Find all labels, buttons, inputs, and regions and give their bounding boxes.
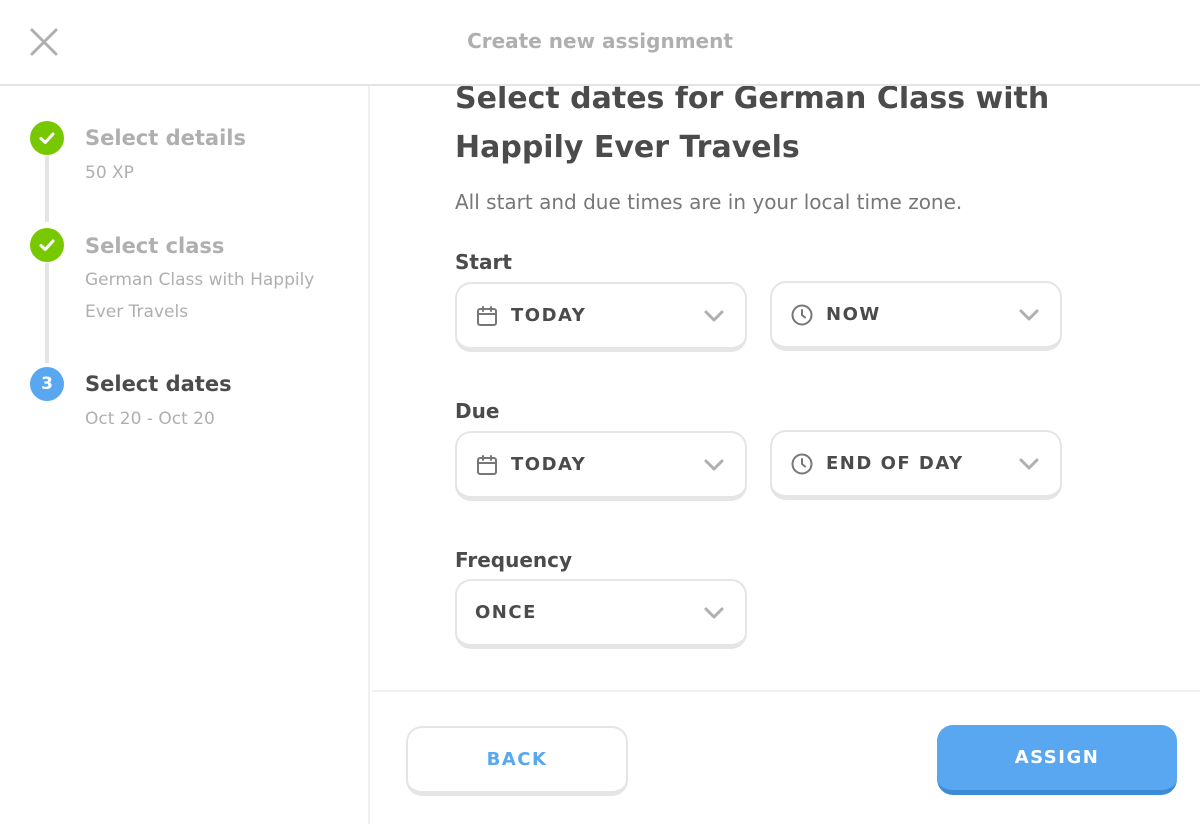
step-subtitle: 50 XP — [85, 163, 134, 183]
due-date-value: TODAY — [511, 454, 587, 475]
frequency-dropdown[interactable]: ONCE — [455, 579, 747, 649]
main-panel: Select dates for German Class with Happi… — [372, 86, 1200, 690]
back-button[interactable]: BACK — [406, 726, 628, 796]
chevron-down-icon — [701, 452, 727, 478]
check-icon — [39, 239, 55, 251]
clock-icon — [790, 303, 814, 327]
start-label: Start — [455, 250, 512, 274]
frequency-value: ONCE — [475, 602, 537, 623]
start-time-value: NOW — [826, 304, 881, 325]
step-connector — [45, 156, 49, 222]
frequency-label: Frequency — [455, 548, 573, 572]
assign-button[interactable]: ASSIGN — [937, 725, 1177, 795]
due-date-dropdown[interactable]: TODAY — [455, 431, 747, 501]
modal-footer: BACK ASSIGN — [372, 690, 1200, 824]
chevron-down-icon — [701, 600, 727, 626]
due-label: Due — [455, 399, 500, 423]
modal-title: Create new assignment — [467, 29, 733, 53]
due-time-value: END OF DAY — [826, 453, 964, 474]
start-time-dropdown[interactable]: NOW — [770, 281, 1062, 351]
step-title: Select dates — [85, 372, 232, 396]
step-number-badge: 3 — [30, 367, 64, 401]
calendar-icon — [475, 453, 499, 477]
step-connector — [45, 263, 49, 363]
check-icon — [39, 132, 55, 144]
stepper-sidebar: Select details 50 XP Select class German… — [0, 86, 370, 824]
start-date-value: TODAY — [511, 305, 587, 326]
step-title: Select details — [85, 126, 246, 150]
step-title: Select class — [85, 234, 225, 258]
chevron-down-icon — [701, 303, 727, 329]
step-subtitle: German Class with Happily Ever Travels — [85, 270, 315, 322]
step-complete-badge — [30, 121, 64, 155]
chevron-down-icon — [1016, 302, 1042, 328]
clock-icon — [790, 452, 814, 476]
timezone-note: All start and due times are in your loca… — [455, 190, 963, 214]
chevron-down-icon — [1016, 451, 1042, 477]
step-complete-badge — [30, 228, 64, 262]
modal-header: Create new assignment — [0, 0, 1200, 86]
start-date-dropdown[interactable]: TODAY — [455, 282, 747, 352]
calendar-icon — [475, 304, 499, 328]
due-time-dropdown[interactable]: END OF DAY — [770, 430, 1062, 500]
page-title: Select dates for German Class with Happi… — [455, 86, 1050, 165]
step-subtitle: Oct 20 - Oct 20 — [85, 409, 215, 429]
